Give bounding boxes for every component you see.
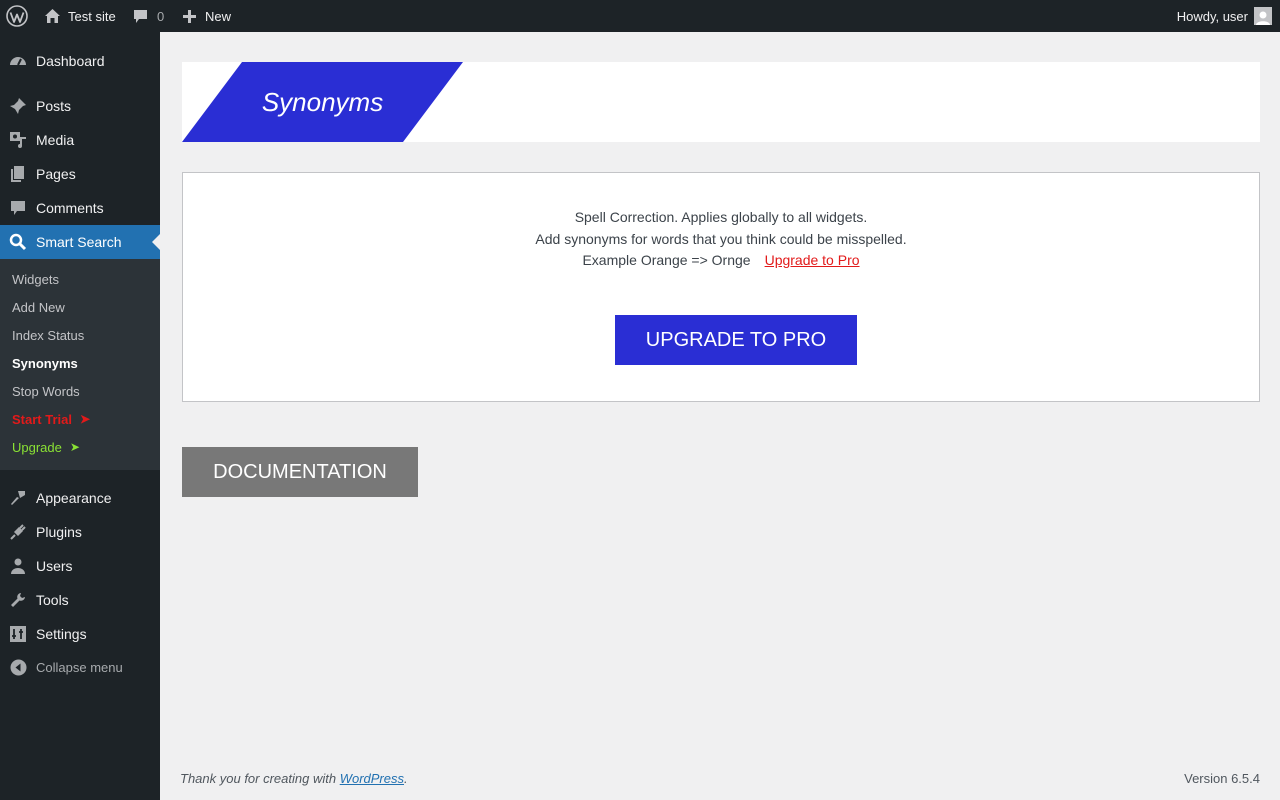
menu-item-pages[interactable]: Pages	[0, 157, 160, 191]
search-icon	[9, 233, 27, 251]
menu-label-pages: Pages	[36, 166, 76, 182]
example-text: Example Orange => Ornge	[582, 252, 751, 268]
menu-label-tools: Tools	[36, 592, 69, 608]
menu-label-users: Users	[36, 558, 73, 574]
home-icon	[45, 9, 60, 23]
media-icon	[10, 132, 26, 148]
menu-item-tools[interactable]: Tools	[0, 583, 160, 617]
new-content-link[interactable]: New	[182, 0, 231, 32]
comment-icon	[11, 201, 25, 215]
page-title: Synonyms	[261, 86, 384, 117]
menu-label-posts: Posts	[36, 98, 72, 114]
menu-item-dashboard[interactable]: Dashboard	[0, 44, 160, 78]
upgrade-label: Upgrade	[12, 439, 62, 455]
menu-label-plugins: Plugins	[36, 524, 82, 540]
footer-thanks: Thank you for creating with WordPress.	[180, 771, 408, 786]
wordpress-logo-link[interactable]	[6, 0, 28, 32]
collapse-menu-button[interactable]: Collapse menu	[0, 650, 160, 684]
menu-label-dashboard: Dashboard	[36, 53, 105, 69]
menu-item-plugins[interactable]: Plugins	[0, 515, 160, 549]
wordpress-link[interactable]: WordPress	[340, 771, 404, 786]
new-label: New	[205, 8, 232, 24]
arrow-right-icon: ➤	[69, 440, 80, 454]
submenu-index-status[interactable]: Index Status	[12, 325, 84, 345]
submenu-start-trial[interactable]: Start Trial ➤	[12, 409, 90, 429]
collapse-icon	[10, 659, 26, 675]
admin-bar: Test site 0 New Howdy, user	[0, 0, 1280, 32]
menu-item-settings[interactable]: Settings	[0, 617, 160, 651]
submenu-synonyms[interactable]: Synonyms	[12, 353, 78, 373]
description-line-2: Add synonyms for words that you think co…	[535, 231, 907, 247]
smart-search-submenu: Widgets Add New Index Status Synonyms St…	[0, 259, 160, 470]
description-line-1: Spell Correction. Applies globally to al…	[574, 209, 868, 225]
page-header-banner: Synonyms	[182, 62, 1260, 142]
menu-label-settings: Settings	[36, 626, 87, 642]
comments-count: 0	[157, 8, 165, 24]
wrench-icon	[11, 593, 25, 607]
menu-label-media: Media	[36, 132, 75, 148]
footer-version: Version 6.5.4	[1184, 771, 1260, 786]
avatar-person-icon	[1256, 11, 1270, 25]
wordpress-icon	[6, 5, 28, 27]
submenu-widgets[interactable]: Widgets	[12, 269, 59, 289]
start-trial-label: Start Trial	[12, 411, 72, 427]
menu-item-posts[interactable]: Posts	[0, 89, 160, 123]
menu-label-comments: Comments	[36, 200, 104, 216]
settings-icon	[10, 626, 26, 642]
site-name: Test site	[68, 8, 116, 24]
description-line-3: Example Orange => Ornge Upgrade to Pro	[183, 252, 1259, 268]
menu-label-smart-search: Smart Search	[36, 234, 122, 250]
upgrade-to-pro-link[interactable]: Upgrade to Pro	[765, 252, 860, 268]
menu-item-smart-search[interactable]: Smart Search	[0, 225, 160, 259]
howdy-text: Howdy, user	[1176, 8, 1248, 24]
synonyms-panel: Spell Correction. Applies globally to al…	[182, 172, 1260, 402]
admin-sidebar: Dashboard Posts Media Pages Comments Sma…	[0, 32, 160, 800]
collapse-menu-label: Collapse menu	[36, 659, 123, 675]
menu-label-appearance: Appearance	[36, 490, 112, 506]
submenu-upgrade[interactable]: Upgrade ➤	[12, 437, 80, 457]
menu-item-appearance[interactable]: Appearance	[0, 481, 160, 515]
user-icon	[11, 558, 25, 574]
plugin-icon	[10, 524, 26, 540]
site-name-link[interactable]: Test site	[44, 0, 116, 32]
submenu-add-new[interactable]: Add New	[12, 297, 65, 317]
comment-bubble-icon	[134, 9, 147, 23]
submenu-stop-words[interactable]: Stop Words	[12, 381, 80, 401]
brush-icon	[11, 491, 25, 505]
footer-thanks-text: Thank you for creating with	[180, 771, 337, 786]
menu-item-comments[interactable]: Comments	[0, 191, 160, 225]
menu-item-media[interactable]: Media	[0, 123, 160, 157]
pin-icon	[10, 98, 26, 114]
account-menu[interactable]: Howdy, user	[1177, 0, 1272, 32]
avatar	[1254, 7, 1272, 25]
comments-link[interactable]: 0	[133, 0, 164, 32]
footer-period: .	[404, 771, 408, 786]
upgrade-to-pro-button[interactable]: UPGRADE TO PRO	[615, 315, 857, 365]
documentation-button[interactable]: DOCUMENTATION	[182, 447, 418, 497]
menu-item-users[interactable]: Users	[0, 549, 160, 583]
arrow-right-icon: ➤	[79, 412, 91, 426]
dashboard-icon	[10, 57, 26, 66]
plus-icon	[183, 9, 196, 23]
pages-icon	[11, 166, 24, 182]
